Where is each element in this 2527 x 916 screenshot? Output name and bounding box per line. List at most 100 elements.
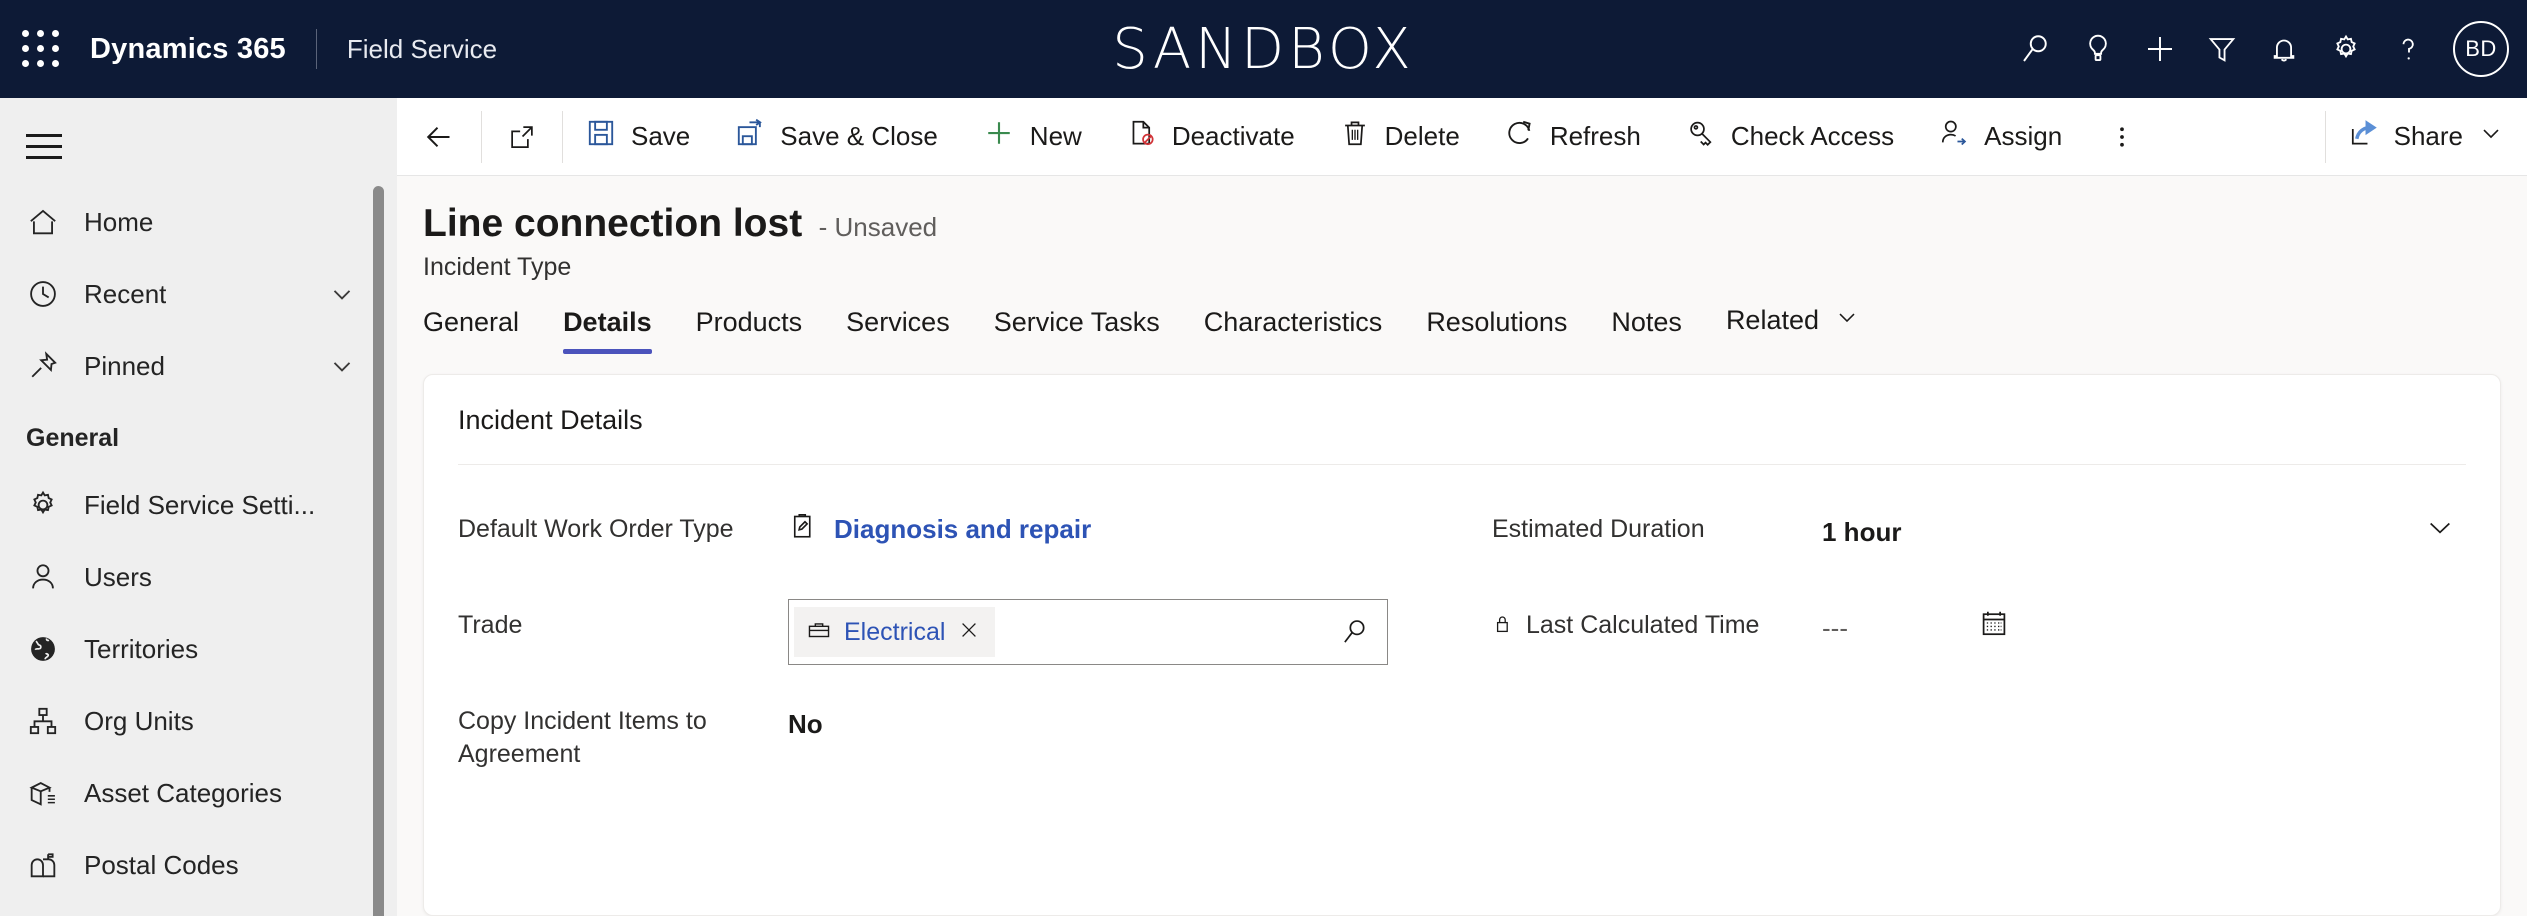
toolbox-icon [806, 617, 832, 648]
share-label: Share [2393, 121, 2463, 151]
gear-icon[interactable] [2315, 18, 2377, 80]
tab-related-label: Related [1725, 305, 1820, 335]
sidebar-item-recent[interactable]: Recent [0, 258, 397, 330]
save-and-close-button[interactable]: Save & Close [712, 98, 960, 176]
person-icon [26, 560, 72, 594]
form-tabs: General Details Products Services Servic… [397, 282, 2527, 354]
tab-notes[interactable]: Notes [1589, 307, 1704, 354]
entity-name: Incident Type [423, 253, 572, 281]
avatar[interactable]: BD [2453, 21, 2509, 77]
chevron-down-icon[interactable] [1833, 303, 1861, 338]
tab-products[interactable]: Products [674, 307, 825, 354]
refresh-icon [1504, 117, 1536, 156]
new-label: New [1029, 121, 1082, 151]
field-value: 1 hour [1822, 503, 2466, 555]
field-value: Diagnosis and repair [788, 503, 1432, 555]
environment-banner: SANDBOX [1112, 16, 1415, 82]
sidebar-scrollbar-thumb[interactable] [373, 186, 384, 916]
clock-icon [26, 277, 72, 311]
deactivate-button[interactable]: Deactivate [1104, 98, 1317, 176]
tab-related[interactable]: Related [1704, 303, 1883, 354]
save-and-close-label: Save & Close [780, 121, 938, 151]
sidebar-item-field-service-settings[interactable]: Field Service Setti... [0, 469, 397, 541]
search-icon[interactable] [1339, 616, 1377, 648]
sidebar-item-postal-codes[interactable]: Postal Codes [0, 829, 397, 901]
tab-details[interactable]: Details [541, 307, 674, 354]
tab-service-tasks[interactable]: Service Tasks [972, 307, 1182, 354]
close-icon[interactable] [957, 618, 981, 647]
gear-icon [26, 488, 72, 522]
bell-icon[interactable] [2253, 18, 2315, 80]
field-default-work-order-type: Default Work Order Type Diagnosis and re… [458, 487, 1432, 583]
sidebar-item-label: Field Service Setti... [84, 489, 316, 520]
question-icon[interactable] [2377, 18, 2439, 80]
app-launcher-icon[interactable] [22, 30, 60, 68]
hamburger-icon[interactable] [26, 116, 86, 176]
chevron-down-icon[interactable] [327, 279, 357, 309]
box-list-icon [26, 776, 72, 810]
calendar-icon[interactable] [1978, 607, 2010, 644]
trade-chip-label: Electrical [844, 617, 946, 646]
tab-services[interactable]: Services [824, 307, 972, 354]
last-calculated-time-label: Last Calculated Time [1526, 611, 1760, 639]
app-name[interactable]: Field Service [347, 34, 497, 65]
sidebar-item-users[interactable]: Users [0, 541, 397, 613]
refresh-button[interactable]: Refresh [1482, 98, 1663, 176]
check-access-button[interactable]: Check Access [1663, 98, 1916, 176]
field-label: Trade [458, 611, 523, 639]
field-last-calculated-time: Last Calculated Time --- [1492, 583, 2466, 679]
field-value: No [788, 695, 1432, 747]
assign-button[interactable]: Assign [1916, 98, 2084, 176]
sidebar-item-asset-categories[interactable]: Asset Categories [0, 757, 397, 829]
back-button[interactable] [397, 98, 481, 176]
estimated-duration-control[interactable]: 1 hour [1822, 511, 2466, 548]
org-chart-icon [26, 704, 72, 738]
tab-resolutions[interactable]: Resolutions [1404, 307, 1589, 354]
estimated-duration-value: 1 hour [1822, 516, 1902, 547]
trade-chip[interactable]: Electrical [794, 607, 996, 657]
form-grid: Default Work Order Type Diagnosis and re… [458, 465, 2466, 775]
more-commands-button[interactable] [2084, 98, 2160, 176]
chevron-down-icon[interactable] [2477, 119, 2505, 154]
copy-incident-items-value[interactable]: No [788, 703, 823, 740]
field-value: --- [1822, 599, 2466, 651]
share-button[interactable]: Share [2326, 98, 2527, 176]
lightbulb-icon[interactable] [2067, 18, 2129, 80]
sidebar-item-territories[interactable]: Territories [0, 613, 397, 685]
sidebar-item-home[interactable]: Home [0, 186, 397, 258]
tab-characteristics[interactable]: Characteristics [1182, 307, 1405, 354]
delete-button[interactable]: Delete [1317, 98, 1482, 176]
section-title: Incident Details [458, 375, 2466, 465]
sidebar-item-label: Territories [84, 633, 199, 664]
deactivate-icon [1126, 117, 1158, 156]
assign-label: Assign [1984, 121, 2063, 151]
form-column-right: Estimated Duration 1 hour Last Calculate… [1492, 487, 2466, 775]
popout-button[interactable] [482, 98, 562, 176]
sidebar-item-org-units[interactable]: Org Units [0, 685, 397, 757]
chevron-down-icon[interactable] [327, 351, 357, 381]
sidebar-item-pinned[interactable]: Pinned [0, 330, 397, 402]
check-access-label: Check Access [1730, 121, 1895, 151]
sidebar-item-label: Pinned [84, 350, 165, 381]
field-label: Estimated Duration [1492, 515, 1705, 543]
sidebar-item-label: Asset Categories [84, 777, 282, 808]
chevron-down-icon[interactable] [2424, 511, 2466, 548]
globe-icon [26, 632, 72, 666]
field-copy-incident-items: Copy Incident Items to Agreement No [458, 679, 1432, 775]
save-icon [585, 117, 617, 156]
field-label: Default Work Order Type [458, 515, 734, 543]
search-icon[interactable] [2005, 18, 2067, 80]
plus-icon[interactable] [2129, 18, 2191, 80]
brand-title[interactable]: Dynamics 365 [90, 33, 286, 66]
save-button[interactable]: Save [563, 98, 712, 176]
sidebar: Home Recent Pinned General Field Service… [0, 98, 397, 916]
filter-icon[interactable] [2191, 18, 2253, 80]
tab-general[interactable]: General [423, 307, 541, 354]
default-work-order-type-link[interactable]: Diagnosis and repair [788, 511, 1091, 548]
clipboard-pencil-icon [788, 511, 818, 548]
home-icon [26, 205, 72, 239]
sidebar-item-label: Org Units [84, 705, 194, 736]
save-and-close-icon [734, 117, 766, 156]
new-button[interactable]: New [960, 98, 1104, 176]
trade-lookup-input[interactable]: Electrical [788, 599, 1388, 665]
